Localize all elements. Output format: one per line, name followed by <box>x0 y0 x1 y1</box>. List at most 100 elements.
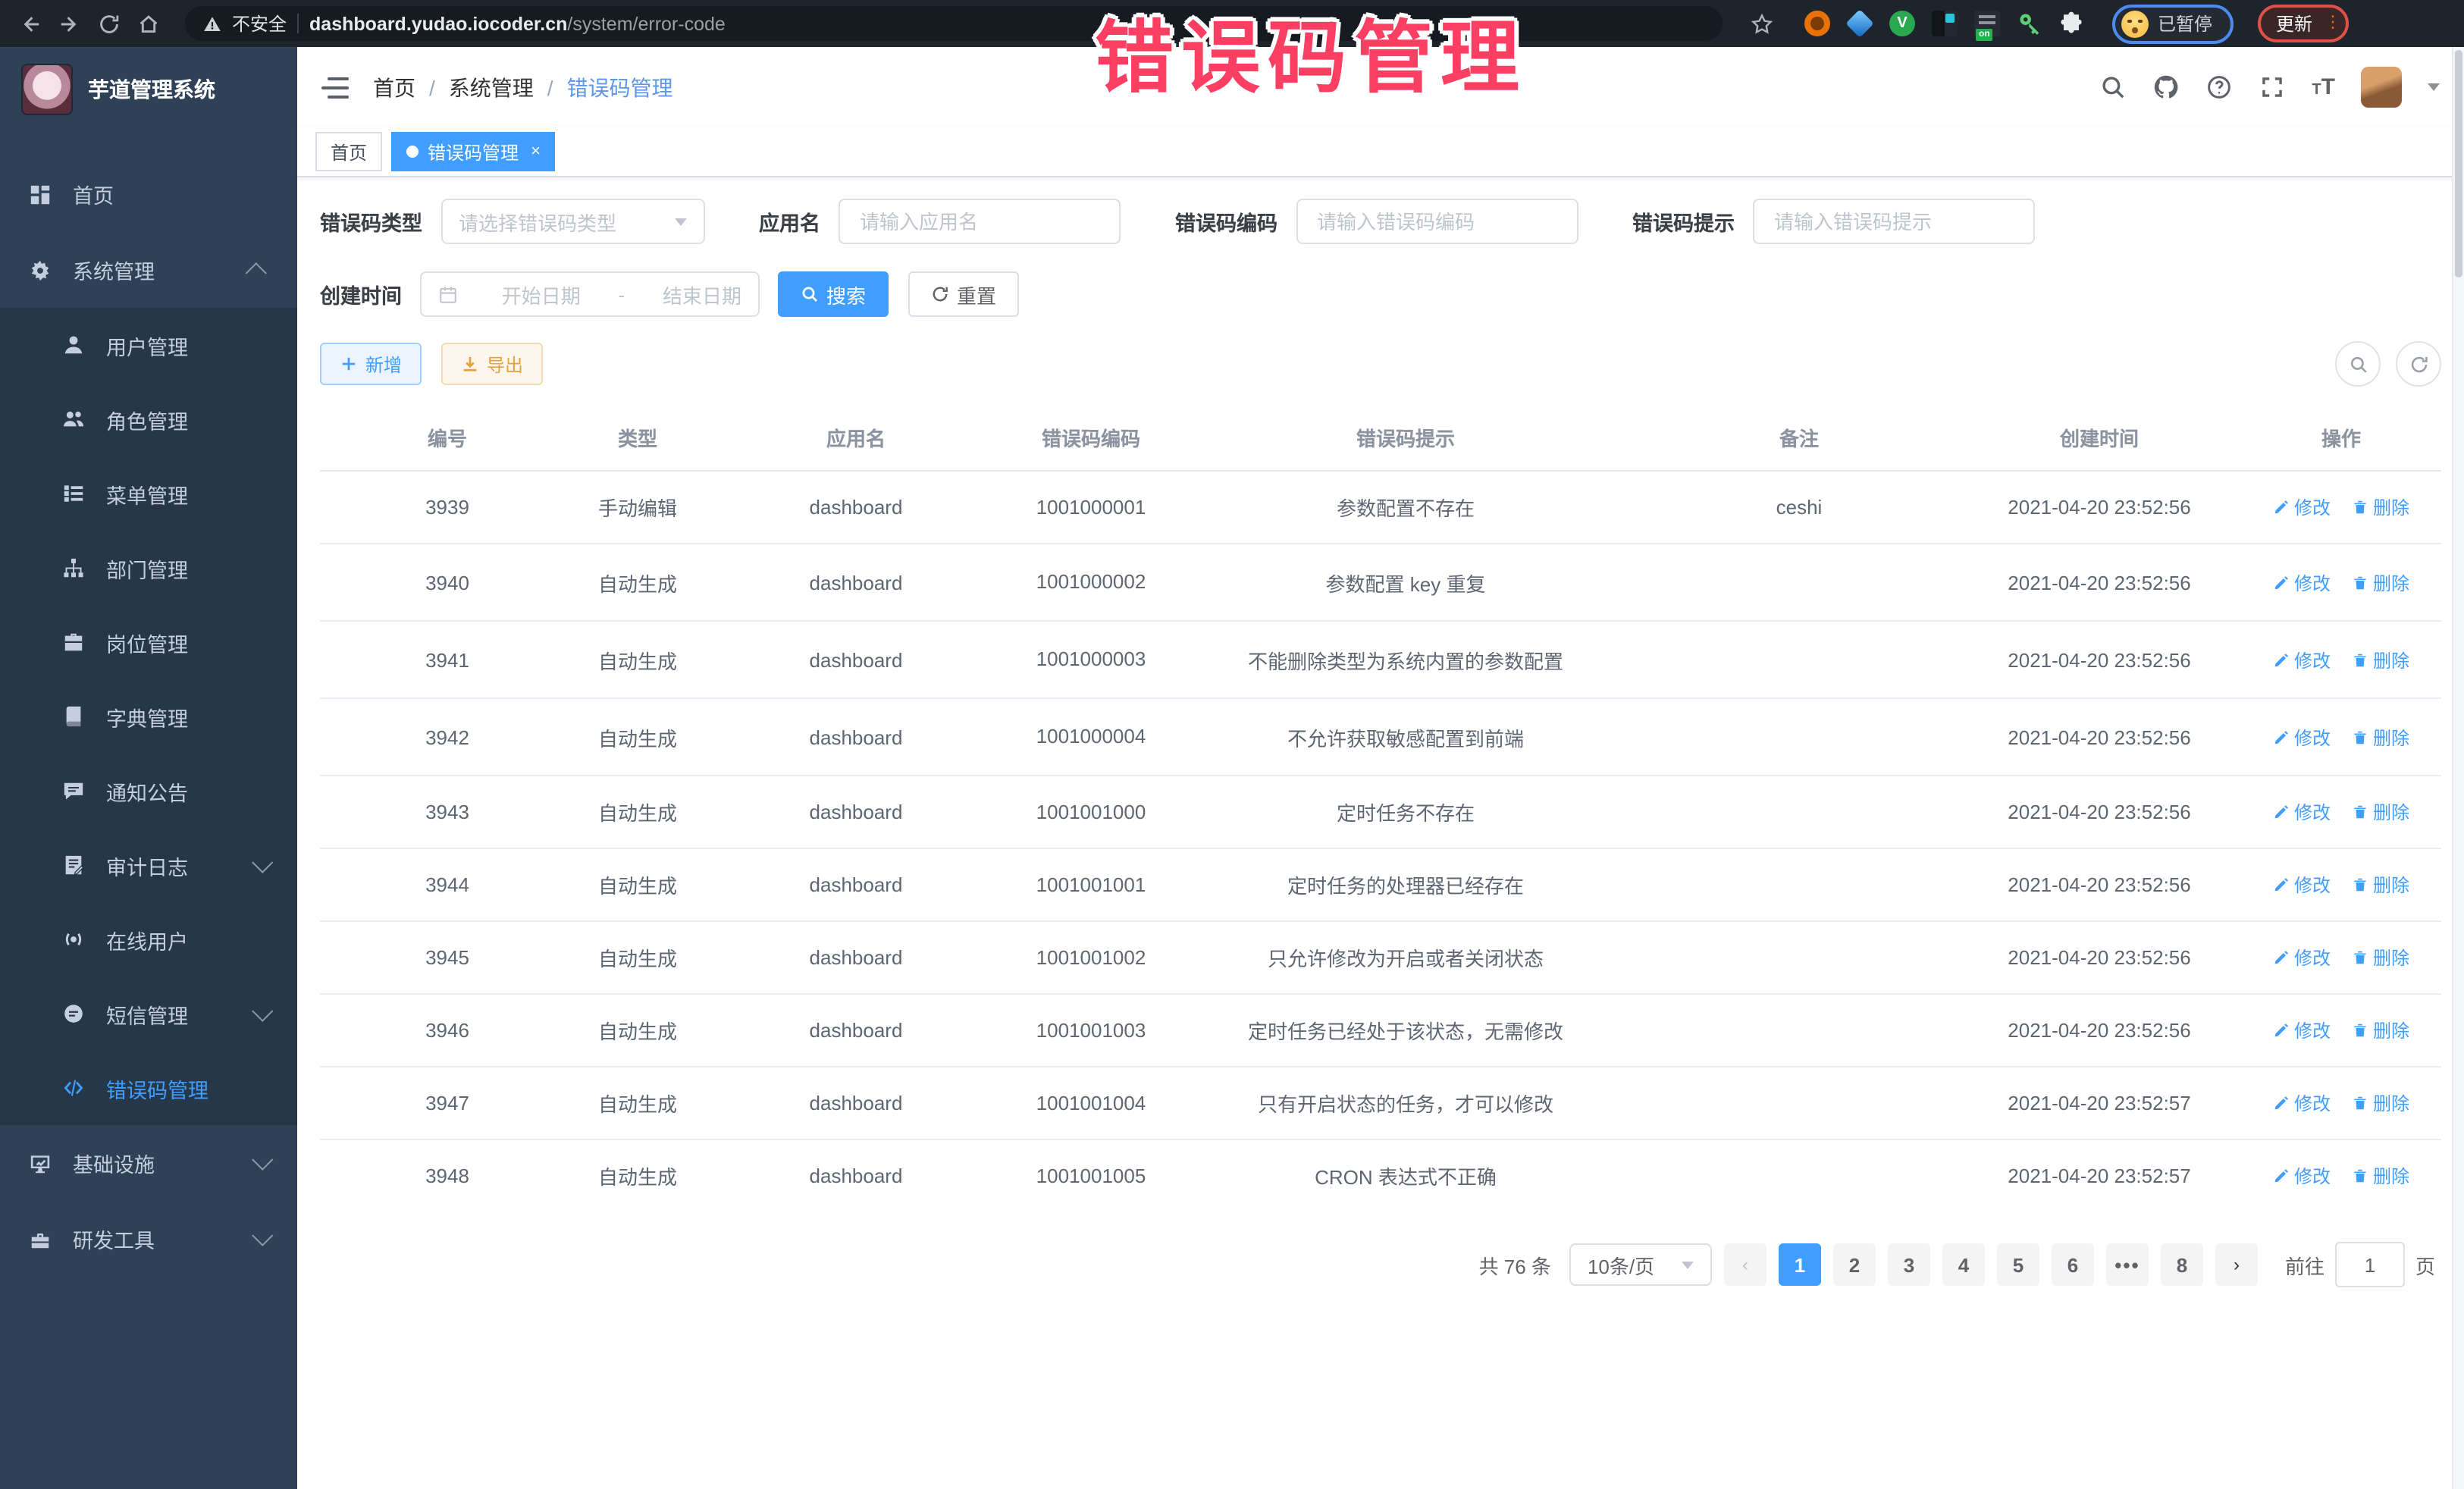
page-size-select[interactable]: 10条/页 <box>1569 1244 1712 1287</box>
error-code-table: 编号类型应用名错误码编码错误码提示备注创建时间操作 3939手动编辑dashbo… <box>320 405 2441 1212</box>
delete-link[interactable]: 删除 <box>2352 945 2409 971</box>
delete-link[interactable]: 删除 <box>2352 724 2409 750</box>
browser-profile-chip[interactable]: 已暂停 <box>2112 4 2234 43</box>
edit-link[interactable]: 修改 <box>2273 873 2331 898</box>
edit-link[interactable]: 修改 <box>2273 724 2331 750</box>
delete-link[interactable]: 删除 <box>2352 494 2409 520</box>
error-type-select[interactable]: 请选择错误码类型 <box>440 199 704 244</box>
sidebar-item[interactable]: 菜单管理 <box>0 456 297 531</box>
filter-app-label: 应用名 <box>759 206 820 237</box>
sidebar-item[interactable]: 研发工具 <box>0 1201 297 1277</box>
page-number-button[interactable]: 6 <box>2052 1244 2094 1287</box>
app-name-input[interactable] <box>857 208 1102 234</box>
sidebar-item[interactable]: 在线用户 <box>0 902 297 976</box>
cell-code: 1001001005 <box>1011 1140 1171 1212</box>
table-row: 3944自动生成dashboard1001001001定时任务的处理器已经存在2… <box>320 849 2441 922</box>
help-icon[interactable] <box>2205 74 2233 101</box>
edit-link[interactable]: 修改 <box>2273 1091 2331 1117</box>
sidebar-item-label: 系统管理 <box>73 255 230 285</box>
extension-grid-icon[interactable] <box>1932 11 1958 36</box>
sidebar-item[interactable]: 岗位管理 <box>0 605 297 679</box>
delete-link[interactable]: 删除 <box>2352 569 2409 595</box>
error-code-input[interactable] <box>1314 208 1560 234</box>
sidebar-item[interactable]: 基础设施 <box>0 1125 297 1201</box>
scrollbar-track[interactable] <box>2452 47 2464 1489</box>
sidebar-item[interactable]: 系统管理 <box>0 232 297 308</box>
extensions-puzzle-icon[interactable] <box>2059 11 2085 36</box>
delete-link[interactable]: 删除 <box>2352 1091 2409 1117</box>
browser-menu-icon[interactable]: ⋮ <box>2324 17 2331 30</box>
delete-link[interactable]: 删除 <box>2352 1018 2409 1044</box>
next-page-button[interactable]: › <box>2215 1244 2258 1287</box>
sidebar-item[interactable]: 审计日志 <box>0 828 297 902</box>
tab-error-code[interactable]: 错误码管理 × <box>391 132 556 171</box>
page-number-button[interactable]: 1 <box>1779 1244 1821 1287</box>
header-search-icon[interactable] <box>2099 74 2127 101</box>
more-pages-button[interactable]: ••• <box>2106 1244 2149 1287</box>
page-number-button[interactable]: 5 <box>1997 1244 2039 1287</box>
page-number-button[interactable]: 8 <box>2161 1244 2203 1287</box>
sidebar-item[interactable]: 首页 <box>0 156 297 232</box>
cell-message: 定时任务已经处于该状态，无需修改 <box>1171 995 1641 1067</box>
breadcrumb-home[interactable]: 首页 <box>373 72 415 102</box>
cell-message: 只有开启状态的任务，才可以修改 <box>1171 1067 1641 1140</box>
date-range-picker[interactable]: 开始日期 - 结束日期 <box>420 271 760 317</box>
delete-link[interactable]: 删除 <box>2352 1164 2409 1190</box>
extension-orange-ring-icon[interactable] <box>1804 11 1830 36</box>
browser-reload-icon[interactable] <box>94 8 124 39</box>
browser-home-icon[interactable] <box>133 8 164 39</box>
show-search-toggle-button[interactable] <box>2335 341 2381 387</box>
chevron-down-icon[interactable] <box>2428 83 2440 91</box>
edit-link[interactable]: 修改 <box>2273 800 2331 826</box>
sidebar-item[interactable]: 部门管理 <box>0 531 297 605</box>
page-number-button[interactable]: 4 <box>1942 1244 1985 1287</box>
sidebar-item[interactable]: 通知公告 <box>0 754 297 828</box>
fullscreen-icon[interactable] <box>2259 74 2286 101</box>
delete-link[interactable]: 删除 <box>2352 800 2409 826</box>
extension-green-v-icon[interactable]: V <box>1889 11 1915 36</box>
export-button[interactable]: 导出 <box>441 343 543 385</box>
sidebar-item[interactable]: 短信管理 <box>0 976 297 1051</box>
github-icon[interactable] <box>2152 74 2180 101</box>
annotation-overlay-text: 错误码管理 <box>1095 0 1527 108</box>
user-avatar[interactable] <box>2361 67 2402 108</box>
browser-forward-icon[interactable] <box>55 8 85 39</box>
tab-home[interactable]: 首页 <box>315 132 382 171</box>
page-number-button[interactable]: 2 <box>1833 1244 1876 1287</box>
extension-key-icon[interactable] <box>2017 11 2042 36</box>
reset-button[interactable]: 重置 <box>908 271 1019 317</box>
refresh-table-button[interactable] <box>2396 341 2441 387</box>
edit-link[interactable]: 修改 <box>2273 945 2331 971</box>
sidebar-item[interactable]: 错误码管理 <box>0 1051 297 1125</box>
font-size-icon[interactable]: TT <box>2312 76 2335 99</box>
edit-link[interactable]: 修改 <box>2273 647 2331 672</box>
edit-link[interactable]: 修改 <box>2273 1018 2331 1044</box>
page-number-button[interactable]: 3 <box>1888 1244 1930 1287</box>
extension-blue-gem-icon[interactable] <box>1845 9 1874 38</box>
sidebar-item[interactable]: 字典管理 <box>0 679 297 754</box>
delete-link[interactable]: 删除 <box>2352 647 2409 672</box>
edit-link[interactable]: 修改 <box>2273 569 2331 595</box>
sidebar-item[interactable]: 角色管理 <box>0 382 297 456</box>
refresh-icon <box>931 285 949 303</box>
edit-link[interactable]: 修改 <box>2273 494 2331 520</box>
breadcrumb-system[interactable]: 系统管理 <box>449 72 534 102</box>
search-button[interactable]: 搜索 <box>778 271 889 317</box>
error-hint-input[interactable] <box>1771 208 2017 234</box>
jump-page-input[interactable] <box>2335 1243 2405 1288</box>
user-icon <box>61 333 85 357</box>
table-row: 3946自动生成dashboard1001001003定时任务已经处于该状态，无… <box>320 995 2441 1067</box>
extension-switch-icon[interactable]: on <box>1974 11 2000 36</box>
sidebar-logo[interactable]: 芋道管理系统 <box>0 47 297 132</box>
tab-close-icon[interactable]: × <box>531 143 541 161</box>
browser-back-icon[interactable] <box>15 8 45 39</box>
edit-link[interactable]: 修改 <box>2273 1164 2331 1190</box>
scrollbar-thumb[interactable] <box>2455 50 2462 277</box>
browser-update-button[interactable]: 更新 ⋮ <box>2258 5 2349 42</box>
sidebar-item[interactable]: 用户管理 <box>0 308 297 382</box>
delete-link[interactable]: 删除 <box>2352 873 2409 898</box>
bookmark-star-icon[interactable] <box>1747 8 1777 39</box>
add-button[interactable]: 新增 <box>320 343 422 385</box>
prev-page-button[interactable]: ‹ <box>1724 1244 1766 1287</box>
hamburger-icon[interactable] <box>321 77 349 98</box>
